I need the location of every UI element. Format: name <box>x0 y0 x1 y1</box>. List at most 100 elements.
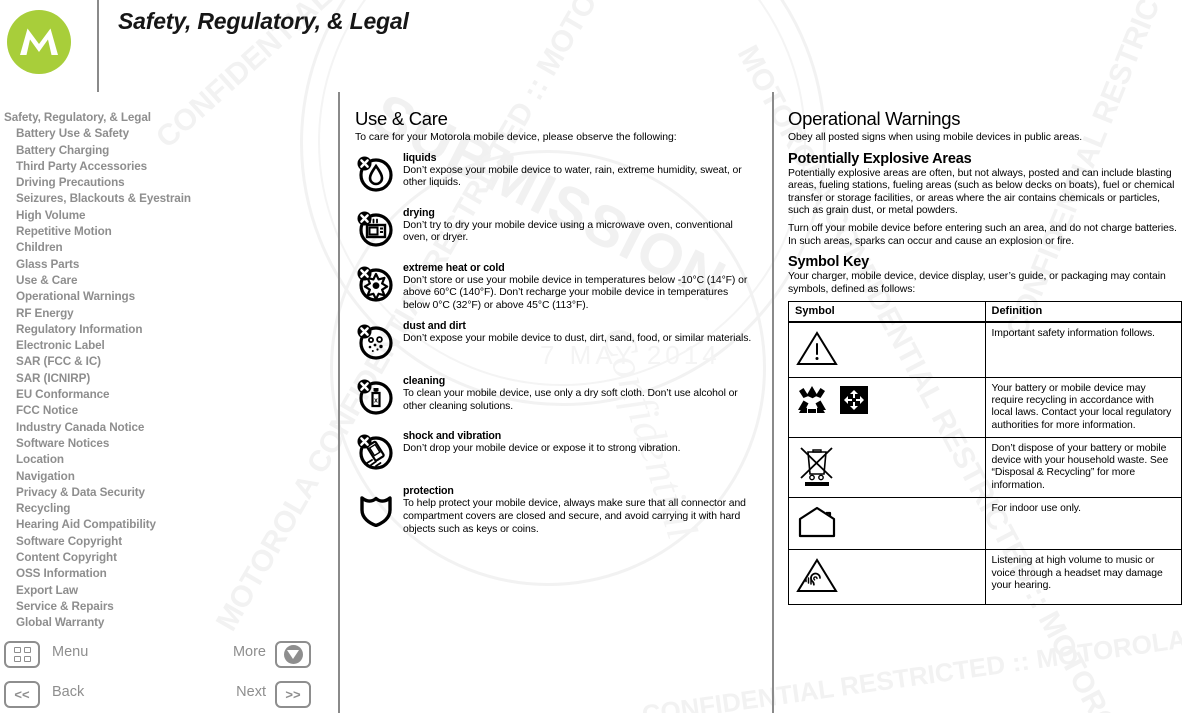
sidebar-item-fcc-notice[interactable]: FCC Notice <box>0 403 318 419</box>
care-body-cleaning: cleaning To clean your mobile device, us… <box>399 375 757 422</box>
sidebar-nav: Safety, Regulatory, & Legal Battery Use … <box>0 110 318 632</box>
sidebar-item-location[interactable]: Location <box>0 452 318 468</box>
symbol-key-heading: Symbol Key <box>788 254 869 271</box>
sidebar-item-electronic-label[interactable]: Electronic Label <box>0 338 318 354</box>
care-item-extreme-heat-or-cold: extreme heat or cold Don’t store or use … <box>355 262 757 313</box>
column-divider-left <box>338 92 340 713</box>
table-row: Important safety information follows. <box>788 321 1182 378</box>
no-dust-and-dirt-icon <box>355 320 399 367</box>
sidebar-item-privacy-data-security[interactable]: Privacy & Data Security <box>0 485 318 501</box>
no-drying-microwave-icon <box>355 207 399 254</box>
care-item-dust-and-dirt: dust and dirt Don’t expose your mobile d… <box>355 320 757 367</box>
sidebar-item-sar-fcc-ic[interactable]: SAR (FCC & IC) <box>0 354 318 370</box>
no-liquids-icon <box>355 152 399 199</box>
column-divider-right <box>772 92 774 713</box>
sidebar-item-oss-information[interactable]: OSS Information <box>0 566 318 582</box>
sidebar-item-battery-charging[interactable]: Battery Charging <box>0 143 318 159</box>
back-button[interactable]: << <box>4 681 40 708</box>
potentially-explosive-areas-heading: Potentially Explosive Areas <box>788 150 972 167</box>
sidebar-item-software-notices[interactable]: Software Notices <box>0 436 318 452</box>
care-text-shock-and-vibration: Don’t drop your mobile device or expose … <box>403 443 681 455</box>
care-text-extreme-heat-or-cold: Don’t store or use your mobile device in… <box>403 274 748 311</box>
next-label: Next <box>236 684 266 700</box>
sidebar-item-repetitive-motion[interactable]: Repetitive Motion <box>0 224 318 240</box>
recycling-loop-icon <box>795 384 829 420</box>
symbol-key-table: Symbol Definition Important safety infor… <box>788 301 1182 605</box>
sidebar-item-recycling[interactable]: Recycling <box>0 501 318 517</box>
sidebar-item-seizures-blackouts-eyestrain[interactable]: Seizures, Blackouts & Eyestrain <box>0 191 318 207</box>
care-title-drying: drying <box>403 206 435 219</box>
no-shock-and-vibration-icon <box>355 430 399 477</box>
care-title-cleaning: cleaning <box>403 375 446 388</box>
care-title-protection: protection <box>403 485 454 498</box>
sidebar-item-export-law[interactable]: Export Law <box>0 583 318 599</box>
definition-cell-warning: Important safety information follows. <box>984 321 1182 378</box>
care-text-dust-and-dirt: Don’t expose your mobile device to dust,… <box>403 333 752 345</box>
care-title-liquids: liquids <box>403 151 437 164</box>
sidebar-item-driving-precautions[interactable]: Driving Precautions <box>0 175 318 191</box>
more-button[interactable] <box>275 641 311 668</box>
care-title-dust-and-dirt: dust and dirt <box>403 320 466 333</box>
care-item-drying: drying Don’t try to dry your mobile devi… <box>355 207 757 254</box>
care-title-extreme-heat-or-cold: extreme heat or cold <box>403 261 505 274</box>
care-item-shock-and-vibration: shock and vibration Don’t drop your mobi… <box>355 430 757 477</box>
sidebar-item-third-party-accessories[interactable]: Third Party Accessories <box>0 159 318 175</box>
sidebar-item-safety-regulatory-legal[interactable]: Safety, Regulatory, & Legal <box>0 110 318 126</box>
grid-icon <box>13 647 31 662</box>
sidebar-item-industry-canada-notice[interactable]: Industry Canada Notice <box>0 420 318 436</box>
sidebar-item-rf-energy[interactable]: RF Energy <box>0 306 318 322</box>
no-extreme-temperature-icon <box>355 262 399 313</box>
sidebar-item-glass-parts[interactable]: Glass Parts <box>0 257 318 273</box>
care-title-shock-and-vibration: shock and vibration <box>403 430 502 443</box>
sidebar-item-eu-conformance[interactable]: EU Conformance <box>0 387 318 403</box>
sidebar-item-use-care[interactable]: Use & Care <box>0 273 318 289</box>
motorola-logo <box>6 9 72 75</box>
column-header-definition: Definition <box>984 301 1182 324</box>
sidebar-item-battery-use-safety[interactable]: Battery Use & Safety <box>0 126 318 142</box>
explosive-paragraph-1: Potentially explosive areas are often, b… <box>788 167 1175 217</box>
care-item-protection: protection To help protect your mobile d… <box>355 485 757 536</box>
sidebar-item-global-warranty[interactable]: Global Warranty <box>0 615 318 631</box>
sidebar-item-navigation[interactable]: Navigation <box>0 469 318 485</box>
no-cleaning-solutions-icon: x <box>355 375 399 422</box>
care-body-dust-and-dirt: dust and dirt Don’t expose your mobile d… <box>399 320 757 367</box>
definition-cell-recycling: Your battery or mobile device may requir… <box>984 376 1182 438</box>
symbol-cell-hearing-damage <box>788 549 986 605</box>
operational-warnings-heading: Operational Warnings <box>788 108 961 129</box>
sidebar-item-content-copyright[interactable]: Content Copyright <box>0 550 318 566</box>
sidebar-item-sar-icnirp[interactable]: SAR (ICNIRP) <box>0 371 318 387</box>
operational-warnings-section: Operational Warnings Obey all posted sig… <box>788 108 1182 605</box>
sidebar-item-operational-warnings[interactable]: Operational Warnings <box>0 289 318 305</box>
table-row: Don’t dispose of your battery or mobile … <box>788 436 1182 499</box>
definition-cell-hearing-damage: Listening at high volume to music or voi… <box>984 549 1182 605</box>
use-and-care-heading: Use & Care <box>355 108 448 129</box>
double-chevron-left-icon: << <box>14 687 30 702</box>
table-row: Your battery or mobile device may requir… <box>788 376 1182 438</box>
care-text-protection: To help protect your mobile device, alwa… <box>403 498 746 535</box>
sidebar-item-high-volume[interactable]: High Volume <box>0 208 318 224</box>
menu-label: Menu <box>52 644 89 660</box>
care-body-protection: protection To help protect your mobile d… <box>399 485 757 536</box>
care-text-liquids: Don’t expose your mobile device to water… <box>403 164 742 189</box>
page-header: Safety, Regulatory, & Legal <box>0 0 1182 92</box>
care-text-cleaning: To clean your mobile device, use only a … <box>403 388 738 412</box>
recycle-arrows-square-icon <box>839 385 869 419</box>
care-body-shock-and-vibration: shock and vibration Don’t drop your mobi… <box>399 430 757 477</box>
hearing-damage-headset-icon <box>795 558 839 597</box>
menu-button[interactable] <box>4 641 40 668</box>
table-row: For indoor use only. <box>788 497 1182 551</box>
sidebar-item-software-copyright[interactable]: Software Copyright <box>0 534 318 550</box>
care-body-liquids: liquids Don’t expose your mobile device … <box>399 152 757 199</box>
more-label: More <box>232 644 266 660</box>
bottom-nav-row-back-next: << Back Next >> <box>0 681 318 717</box>
sidebar-item-hearing-aid-compatibility[interactable]: Hearing Aid Compatibility <box>0 517 318 533</box>
care-body-drying: drying Don’t try to dry your mobile devi… <box>399 207 757 254</box>
next-button[interactable]: >> <box>275 681 311 708</box>
sidebar-item-service-repairs[interactable]: Service & Repairs <box>0 599 318 615</box>
care-item-liquids: liquids Don’t expose your mobile device … <box>355 152 757 199</box>
sidebar-item-children[interactable]: Children <box>0 240 318 256</box>
sidebar-item-regulatory-information[interactable]: Regulatory Information <box>0 322 318 338</box>
use-and-care-section: Use & Care To care for your Motorola mob… <box>355 108 757 544</box>
table-header-row: Symbol Definition <box>788 301 1182 324</box>
warning-triangle-icon <box>795 331 839 370</box>
